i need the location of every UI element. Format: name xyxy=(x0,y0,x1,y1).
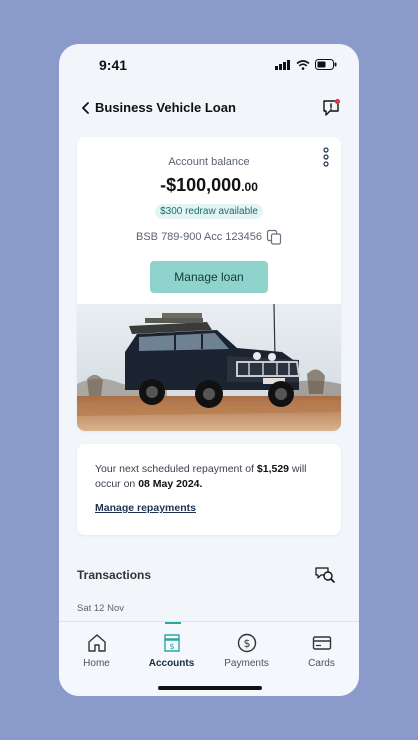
chat-alert-icon[interactable] xyxy=(321,98,341,118)
tab-home[interactable]: Home xyxy=(59,622,134,672)
tab-accounts-label: Accounts xyxy=(148,658,195,669)
tab-payments[interactable]: $ Payments xyxy=(209,622,284,672)
battery-icon xyxy=(315,59,337,70)
tab-bar: Home $ Accounts $ Payments Cards xyxy=(59,621,359,696)
vehicle-image xyxy=(77,304,341,431)
account-details: BSB 789-900 Acc 123456 xyxy=(77,229,341,245)
status-icons xyxy=(275,59,337,70)
balance-cents: .00 xyxy=(241,180,258,194)
signal-icon xyxy=(275,59,290,70)
dollar-circle-icon: $ xyxy=(237,633,257,653)
balance-amount: -$100,000.00 xyxy=(77,175,341,196)
search-transactions-icon[interactable] xyxy=(314,566,336,584)
redraw-badge: $300 redraw available xyxy=(155,204,263,219)
svg-text:$: $ xyxy=(169,642,174,651)
copy-icon[interactable] xyxy=(266,229,282,245)
status-time: 9:41 xyxy=(99,57,128,73)
manage-loan-button[interactable]: Manage loan xyxy=(150,261,268,293)
repayment-date: 08 May 2024. xyxy=(138,478,203,490)
transactions-title: Transactions xyxy=(77,568,152,582)
tab-cards[interactable]: Cards xyxy=(284,622,359,672)
bsb-account-text: BSB 789-900 Acc 123456 xyxy=(136,231,262,243)
tab-accounts[interactable]: $ Accounts xyxy=(134,622,209,672)
bank-icon: $ xyxy=(164,634,180,652)
repayment-text-before: Your next scheduled repayment of xyxy=(95,463,257,475)
home-indicator xyxy=(158,686,262,690)
balance-label: Account balance xyxy=(168,156,250,168)
page-title: Business Vehicle Loan xyxy=(95,100,236,115)
tab-home-label: Home xyxy=(83,658,110,669)
tab-payments-label: Payments xyxy=(224,658,269,669)
transaction-date-header: Sat 12 Nov xyxy=(77,603,124,614)
back-arrow-icon[interactable] xyxy=(79,100,93,116)
account-card: Account balance -$100,000.00 $300 redraw… xyxy=(77,137,341,431)
tab-cards-label: Cards xyxy=(308,658,335,669)
repayment-text: Your next scheduled repayment of $1,529 … xyxy=(95,462,331,492)
home-icon xyxy=(88,634,106,652)
phone-screen: 9:41 Business Vehicle Loan Account balan… xyxy=(59,44,359,696)
manage-repayments-link[interactable]: Manage repayments xyxy=(95,502,196,514)
wifi-icon xyxy=(296,59,310,70)
balance-main: -$100,000 xyxy=(160,175,242,195)
redraw-badge-wrap: $300 redraw available xyxy=(77,201,341,219)
repayment-card: Your next scheduled repayment of $1,529 … xyxy=(77,444,341,535)
app-header: Business Vehicle Loan xyxy=(59,96,359,122)
repayment-amount: $1,529 xyxy=(256,463,290,475)
status-bar: 9:41 xyxy=(59,44,359,88)
svg-text:$: $ xyxy=(244,637,251,650)
card-icon xyxy=(312,636,332,650)
